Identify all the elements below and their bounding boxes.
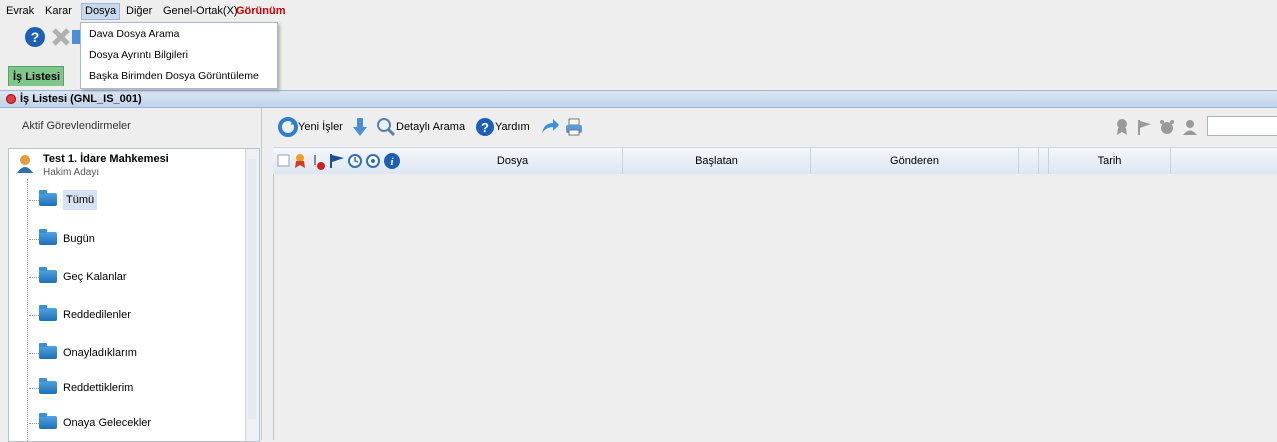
arrow-down-icon [353, 118, 367, 136]
tree-item-label: Bugün [63, 233, 95, 245]
folder-icon [39, 343, 57, 359]
forward-arrow-icon [542, 119, 559, 133]
folder-icon [39, 413, 57, 429]
tree-item-label: Onayladıklarım [63, 347, 137, 359]
column-dosya[interactable]: Dosya [403, 148, 623, 174]
left-panel-header: Aktif Görevlendirmeler [22, 120, 131, 132]
tree-root-subtitle: Hakim Adayı [43, 167, 100, 178]
attachment-warning-icon [311, 153, 325, 170]
detayli-arama-label: Detaylı Arama [396, 121, 466, 133]
svg-text:?: ? [481, 120, 489, 135]
yeni-isler-button[interactable]: Yeni İşler [278, 117, 343, 137]
window-title-bar: İş Listesi (GNL_IS_001) [0, 90, 1277, 108]
tree-item-label: Onaya Gelecekler [63, 417, 152, 429]
tree-item-label: Geç Kalanlar [63, 271, 127, 283]
menu-item-dava-dosya-arama[interactable]: Dava Dosya Arama [89, 26, 179, 42]
task-tree: Test 1. İdare Mahkemesi Hakim Adayı Tümü… [8, 148, 260, 442]
folder-icon [39, 378, 57, 394]
column-tarih[interactable]: Tarih [1049, 148, 1171, 174]
print-icon [566, 118, 582, 136]
flag-filter-button[interactable] [1136, 117, 1152, 137]
column-baslatan[interactable]: Başlatan [623, 148, 811, 174]
task-table: i Dosya Başlatan Gönderen Tarih [262, 147, 1277, 440]
yardim-label: Yardım [495, 121, 530, 133]
window-title: İş Listesi (GNL_IS_001) [20, 93, 142, 105]
table-header: i Dosya Başlatan Gönderen Tarih [273, 147, 1277, 175]
filter-input[interactable] [1207, 116, 1277, 136]
select-all-checkbox[interactable] [277, 154, 291, 168]
tree-item-label: Tümü [63, 190, 98, 210]
clock-icon [347, 153, 362, 168]
dosya-dropdown-menu: Dava Dosya Arama Dosya Ayrıntı Bilgileri… [80, 22, 278, 89]
user-icon [1183, 120, 1197, 135]
menu-dosya[interactable]: Dosya [81, 3, 121, 20]
info-icon: i [383, 152, 400, 169]
tree-item-label: Reddettiklerim [63, 382, 134, 394]
folder-icon [39, 190, 57, 206]
help-icon: ? [476, 118, 494, 136]
detayli-arama-button[interactable]: Detaylı Arama [376, 117, 465, 137]
svg-text:?: ? [31, 29, 40, 45]
table-body [273, 174, 1277, 440]
menu-genel-ortak[interactable]: Genel-Ortak(X) [160, 4, 241, 19]
yeni-isler-label: Yeni İşler [298, 121, 343, 133]
help-icon[interactable]: ? [24, 26, 46, 48]
menu-item-baska-birimden[interactable]: Başka Birimden Dosya Görüntüleme [89, 68, 259, 84]
menu-karar[interactable]: Karar [42, 4, 75, 19]
timer-icon [365, 153, 380, 168]
forward-button[interactable] [540, 117, 560, 137]
flag-icon [329, 153, 344, 168]
menu-bar: Evrak Karar Dosya Diğer Genel-Ortak(X) G… [0, 0, 1277, 22]
menu-gorunum[interactable]: Görünüm [233, 4, 289, 19]
award-icon [1117, 119, 1127, 135]
close-icon[interactable] [50, 26, 72, 48]
scroll-thumb[interactable] [248, 159, 256, 419]
close-window-icon[interactable] [6, 94, 16, 104]
tree-scrollbar[interactable] [245, 149, 259, 441]
tab-is-listesi[interactable]: İş Listesi [8, 66, 64, 86]
refresh-icon [278, 117, 298, 137]
menu-evrak[interactable]: Evrak [3, 4, 37, 19]
folder-icon [39, 229, 57, 245]
alarm-icon [1160, 120, 1174, 134]
tree-connector [27, 179, 29, 441]
column-gonderen[interactable]: Gönderen [811, 148, 1019, 174]
award-icon [293, 153, 307, 168]
download-button[interactable] [352, 117, 368, 137]
flag-icon [1138, 120, 1151, 135]
folder-icon [39, 267, 57, 283]
user-filter-button[interactable] [1182, 117, 1198, 137]
column-blank-2[interactable] [1039, 148, 1049, 174]
user-icon [17, 155, 33, 173]
column-blank-1[interactable] [1019, 148, 1039, 174]
tree-root-title[interactable]: Test 1. İdare Mahkemesi [43, 153, 169, 165]
menu-diger[interactable]: Diğer [123, 4, 155, 19]
table-gutter [262, 147, 273, 440]
alarm-filter-button[interactable] [1158, 117, 1176, 137]
tree-item-label: Reddedilenler [63, 309, 131, 321]
refresh-icon[interactable] [72, 26, 80, 48]
print-button[interactable] [564, 117, 584, 137]
award-filter-button[interactable] [1114, 117, 1130, 137]
main-toolbar: Yeni İşler Detaylı Arama ? Yardım [262, 108, 1277, 144]
folder-icon [39, 305, 57, 321]
menu-item-dosya-ayrinti[interactable]: Dosya Ayrıntı Bilgileri [89, 47, 188, 63]
yardim-button[interactable]: ? Yardım [475, 117, 530, 137]
search-icon [377, 118, 396, 137]
